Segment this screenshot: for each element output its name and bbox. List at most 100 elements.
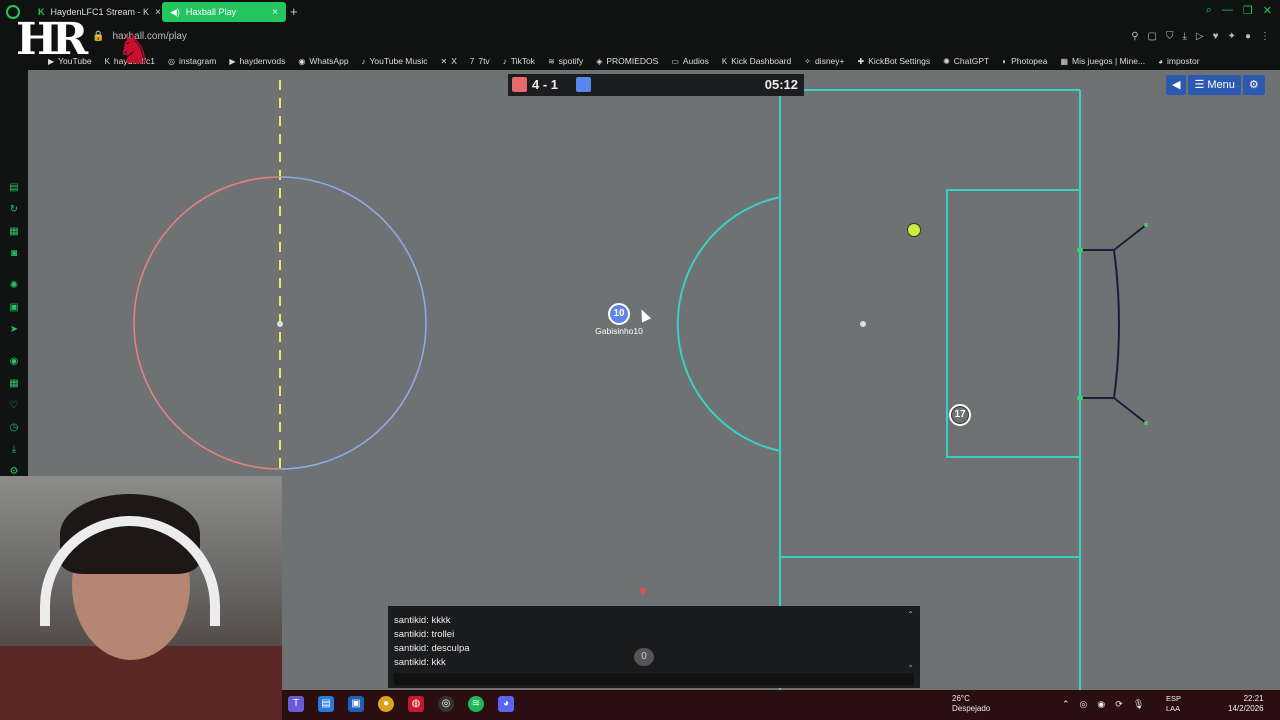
bookmark-5[interactable]: ♪ YouTube Music xyxy=(362,56,428,66)
chat-scroll-down-icon[interactable]: ⌄ xyxy=(907,660,914,669)
download-icon[interactable]: ⤓ xyxy=(8,444,20,456)
bookmark-18[interactable]: ◕ impostor xyxy=(1158,56,1199,66)
download-icon[interactable]: ⤓ xyxy=(1183,31,1187,42)
music-icon: ♪ xyxy=(361,56,366,66)
lang-line-1: ESP xyxy=(1166,694,1182,703)
bookmark-2[interactable]: ◎ instagram xyxy=(168,56,216,66)
minimize-icon[interactable]: — xyxy=(1222,4,1233,17)
bookmark-4[interactable]: ◉ WhatsApp xyxy=(298,56,348,66)
maximize-icon[interactable]: ❐ xyxy=(1243,4,1253,17)
screenshot-icon[interactable]: ▢ xyxy=(1148,31,1157,42)
impostor-icon: ◕ xyxy=(1158,56,1163,66)
obs-icon[interactable]: ◎ xyxy=(438,696,454,712)
kickbot-icon: ✚ xyxy=(857,56,865,66)
clock[interactable]: 22:21 14/2/2026 xyxy=(1228,694,1264,714)
close-window-icon[interactable]: ✕ xyxy=(1263,4,1272,17)
gamepad-icon[interactable]: ▦ xyxy=(8,226,20,238)
bookmark-13[interactable]: ✧ disney+ xyxy=(804,56,844,66)
language-indicator[interactable]: ESP LAA xyxy=(1166,694,1181,714)
weather-temp: 26°C xyxy=(952,694,970,703)
score: 4 - 1 xyxy=(532,77,559,92)
more-icon[interactable]: ⋮ xyxy=(1260,31,1270,42)
bookmark-14[interactable]: ✚ KickBot Settings xyxy=(858,56,931,66)
notepad-icon[interactable]: ▤ xyxy=(318,696,334,712)
weather-widget[interactable]: 26°C Despejado xyxy=(952,694,990,714)
close-tab-icon[interactable]: × xyxy=(272,7,278,18)
system-tray: ⌃ ◎ ◉ ⟳ 🎙 xyxy=(1062,699,1144,710)
heart-icon[interactable]: ♡ xyxy=(8,400,20,412)
bookmark-3[interactable]: ▶ haydenvods xyxy=(229,56,285,66)
profile-icon[interactable]: ● xyxy=(1245,31,1251,42)
chat-panel: santikid: kkkk santikid: trollei santiki… xyxy=(388,606,920,688)
chevron-up-icon[interactable]: ⌃ xyxy=(1062,699,1070,710)
discord-icon[interactable]: ◕ xyxy=(498,696,514,712)
chat-toggle-button[interactable]: 0 xyxy=(634,648,654,666)
shield-icon[interactable]: ⛉ xyxy=(1166,31,1174,42)
center-circle-red xyxy=(133,176,281,470)
spotify-icon[interactable]: ≋ xyxy=(468,696,484,712)
chatgpt-icon[interactable]: ✺ xyxy=(8,280,20,292)
bookmark-label: X xyxy=(451,56,457,66)
bookmark-9[interactable]: ≋ spotify xyxy=(548,56,583,66)
pin-icon[interactable]: ⚲ xyxy=(1131,31,1138,42)
bookmark-8[interactable]: ♪ TikTok xyxy=(503,56,535,66)
youtube-icon: ▶ xyxy=(229,56,236,66)
bookmark-17[interactable]: ▦ Mis juegos | Mine... xyxy=(1060,56,1145,66)
lang-line-2: LAA xyxy=(1166,704,1181,713)
bookmark-7[interactable]: 7 7tv xyxy=(470,56,490,66)
red-team-badge xyxy=(512,77,527,92)
bookmark-15[interactable]: ✺ ChatGPT xyxy=(943,56,989,66)
haxball-app-icon[interactable]: ◍ xyxy=(408,696,424,712)
play-icon[interactable]: ▷ xyxy=(1196,31,1204,42)
streamer-logo: HR ♞ xyxy=(16,6,156,86)
mic-icon[interactable]: 🎙 xyxy=(1133,699,1144,710)
bookmark-label: PROMIEDOS xyxy=(606,56,659,66)
bookmarks-bar: ▶ YouTube Khaydenlfc1 ◎ instagram ▶ haydenvods… xyxy=(0,52,1280,70)
bookmark-label: Audios xyxy=(682,56,709,66)
sound-button[interactable]: ◀ xyxy=(1166,75,1187,95)
minecraft-icon: ▦ xyxy=(1060,56,1069,66)
bookmark-16[interactable]: ◐ Photopea xyxy=(1002,56,1047,66)
whatsapp-icon[interactable]: ◉ xyxy=(8,356,20,368)
twitch-icon[interactable]: ▣ xyxy=(8,302,20,314)
bookmark-11[interactable]: ▭ Audios xyxy=(671,56,709,66)
kick-app-icon[interactable]: ◙ xyxy=(8,248,20,260)
menu-label: Menu xyxy=(1207,79,1235,91)
apps-icon[interactable]: ▦ xyxy=(8,378,20,390)
chat-scroll-up-icon[interactable]: ⌃ xyxy=(907,610,914,619)
refresh-icon[interactable]: ↻ xyxy=(8,204,20,216)
gear-icon: ⚙ xyxy=(1248,79,1259,91)
menu-button[interactable]: ☰ Menu xyxy=(1188,75,1241,95)
bookmark-10[interactable]: ◈ PROMIEDOS xyxy=(596,56,658,66)
chrome-icon[interactable]: ● xyxy=(378,696,394,712)
chat-message: santikid: desculpa xyxy=(394,643,470,654)
bookmark-label: WhatsApp xyxy=(309,56,349,66)
tab-label: Haxball Play xyxy=(185,7,236,17)
photopea-icon: ◐ xyxy=(1002,56,1008,66)
telegram-icon[interactable]: ➤ xyxy=(8,324,20,336)
chat-icon[interactable]: ▤ xyxy=(8,182,20,194)
webcam-feed xyxy=(0,476,282,720)
heart-icon[interactable]: ♥ xyxy=(1213,31,1219,42)
new-tab-button[interactable]: + xyxy=(290,4,298,19)
bookmark-label: ChatGPT xyxy=(953,56,990,66)
tab-haxball[interactable]: ◀) Haxball Play × xyxy=(162,2,286,22)
bookmark-12[interactable]: K Kick Dashboard xyxy=(722,56,791,66)
extensions-icon[interactable]: ✦ xyxy=(1228,31,1236,42)
bookmark-label: instagram xyxy=(179,56,217,66)
steam-icon[interactable]: ◉ xyxy=(1097,699,1105,710)
hamburger-icon: ☰ xyxy=(1194,79,1208,91)
teams-icon[interactable]: T xyxy=(288,696,304,712)
search-icon[interactable]: ⌕ xyxy=(1206,4,1212,17)
history-icon[interactable]: ◷ xyxy=(8,422,20,434)
obs-tray-icon[interactable]: ◎ xyxy=(1080,699,1088,710)
settings-button[interactable]: ⚙ xyxy=(1242,75,1265,95)
bookmark-6[interactable]: ✕ X xyxy=(441,56,457,66)
liverbird-icon: ♞ xyxy=(116,28,152,72)
sync-icon[interactable]: ⟳ xyxy=(1115,699,1123,710)
editor-icon[interactable]: ▣ xyxy=(348,696,364,712)
chat-input[interactable] xyxy=(394,673,914,685)
bookmark-label: impostor xyxy=(1166,56,1200,66)
goal-net xyxy=(1080,249,1120,399)
7tv-icon: 7 xyxy=(469,56,475,66)
